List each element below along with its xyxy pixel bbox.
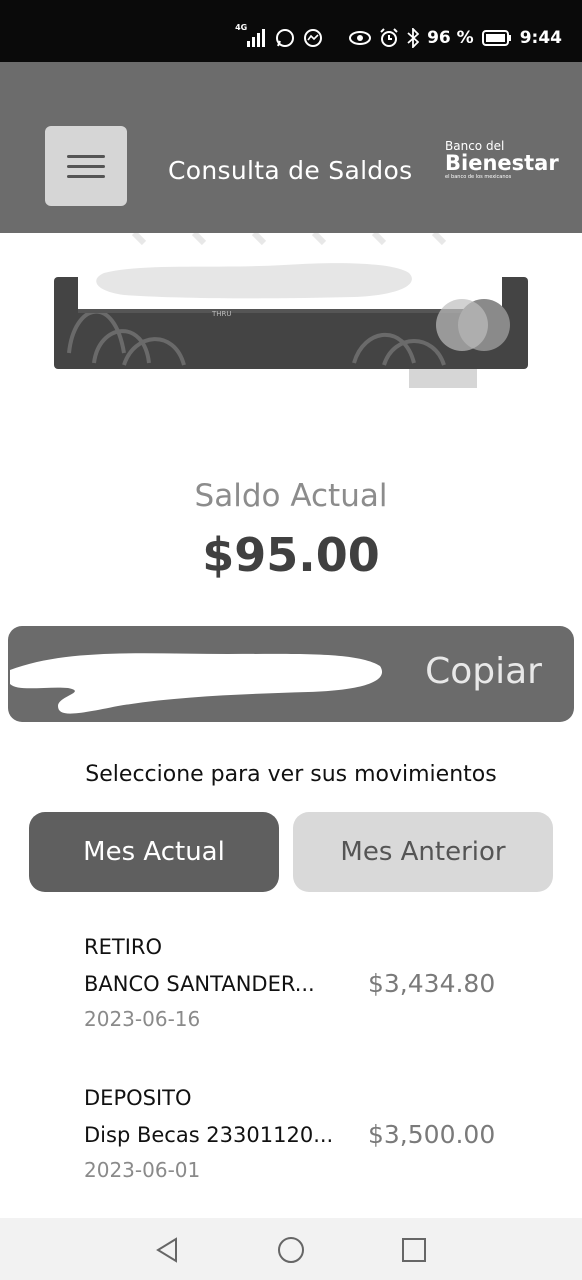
movement-description: Disp Becas 23301120... [84,1123,334,1147]
hamburger-menu-icon[interactable] [45,126,127,206]
messenger-icon [303,28,323,48]
card-image: THRU [54,230,528,388]
battery-percent: 96 % [427,28,474,48]
movement-type: DEPOSITO [84,1086,192,1110]
network-type: 4G [235,23,248,32]
movement-amount: $3,434.80 [368,969,496,998]
tab-mes-actual[interactable]: Mes Actual [29,812,279,892]
app-header: Consulta de Saldos Banco del Bienestar e… [0,62,582,233]
recents-icon[interactable] [401,1237,427,1263]
system-nav-bar [0,1218,582,1280]
bank-logo: Banco del Bienestar el banco de los mexi… [445,140,559,180]
signal-icon: 4G [235,23,267,48]
eye-icon [349,30,372,46]
account-number-bar: Copiar [8,626,574,722]
status-bar: 4G 96 % 9:44 [0,0,582,62]
movement-description: BANCO SANTANDER... [84,972,315,996]
page-title: Consulta de Saldos [168,156,413,185]
battery-icon [481,30,512,46]
logo-line3: el banco de los mexicanos [445,174,512,180]
copy-button[interactable]: Copiar [425,651,542,692]
back-icon[interactable] [154,1237,180,1263]
card-label: THRU [211,310,232,318]
redacted-account-number [10,653,383,714]
logo-line2: Bienestar [445,151,559,175]
movement-amount: $3,500.00 [368,1120,496,1149]
movement-date: 2023-06-16 [84,1007,201,1031]
balance-amount: $95.00 [202,528,380,582]
home-icon[interactable] [277,1237,305,1265]
clock: 9:44 [519,28,562,48]
balance-label: Saldo Actual [194,478,388,514]
movement-date: 2023-06-01 [84,1158,201,1182]
movements-prompt: Seleccione para ver sus movimientos [85,762,497,787]
list-item[interactable]: RETIRO BANCO SANTANDER... $3,434.80 2023… [84,935,524,1031]
tab-mes-anterior[interactable]: Mes Anterior [293,812,553,892]
movement-type: RETIRO [84,935,163,959]
list-item[interactable]: DEPOSITO Disp Becas 23301120... $3,500.0… [84,1086,524,1182]
bluetooth-icon [407,28,420,48]
alarm-icon [379,28,399,48]
whatsapp-icon [275,28,295,48]
